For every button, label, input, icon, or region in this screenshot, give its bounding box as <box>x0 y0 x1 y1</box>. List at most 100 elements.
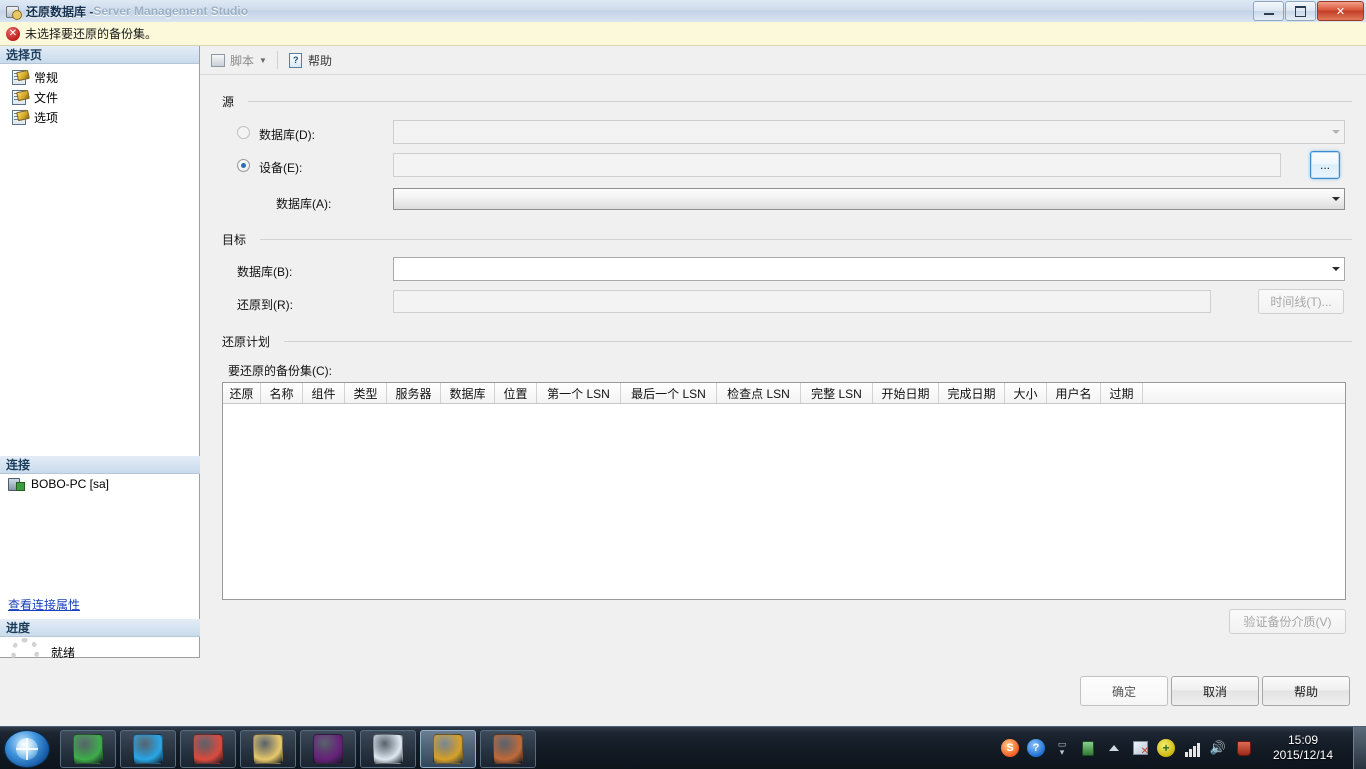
volume-icon[interactable]: 🔊 <box>1209 739 1227 757</box>
grid-column-header[interactable]: 第一个 LSN <box>537 383 621 403</box>
sogou-input-icon[interactable]: S <box>1001 739 1019 757</box>
antivirus-icon[interactable] <box>1235 739 1253 757</box>
sidebar-item-label: 文件 <box>34 90 59 105</box>
help-footer-button[interactable]: 帮助 <box>1262 676 1350 706</box>
file-explorer-icon <box>253 734 283 764</box>
grid-column-header[interactable]: 数据库 <box>441 383 495 403</box>
chevron-down-icon[interactable]: ▼ <box>259 56 267 65</box>
sidebar-item-general[interactable]: 常规 <box>0 67 199 87</box>
toolbar-divider <box>276 51 278 69</box>
error-message: 未选择要还原的备份集。 <box>25 27 158 41</box>
taskbar-app-browser-360[interactable] <box>60 730 116 768</box>
grid-column-header[interactable]: 大小 <box>1005 383 1047 403</box>
taskbar-app-notepad[interactable] <box>360 730 416 768</box>
restore-to-label: 还原到(R): <box>237 298 293 312</box>
view-connection-properties-link[interactable]: 查看连接属性 <box>8 596 80 613</box>
backup-sets-grid-header: 还原 名称 组件 类型 服务器 数据库 位置 第一个 LSN 最后一个 LSN 检查点 LSN 完整… <box>223 383 1345 404</box>
taskbar-app-paint[interactable] <box>480 730 536 768</box>
chrome-icon <box>193 734 223 764</box>
network-flag-icon[interactable]: ✕ <box>1131 739 1149 757</box>
timeline-button[interactable]: 时间线(T)... <box>1258 289 1344 314</box>
script-button[interactable]: 脚本 ▼ <box>206 49 271 71</box>
source-database-label: 数据库(D): <box>259 128 315 142</box>
maximize-button[interactable] <box>1285 1 1316 21</box>
minimize-button[interactable] <box>1253 1 1284 21</box>
grid-column-header[interactable]: 完成日期 <box>939 383 1005 403</box>
grid-column-header[interactable]: 位置 <box>495 383 537 403</box>
window-title-suffix: Server Management Studio <box>93 4 249 18</box>
taskbar-app-chrome[interactable] <box>180 730 236 768</box>
source-db-select-value[interactable] <box>394 189 1327 209</box>
sidebar-item-label: 选项 <box>34 110 59 125</box>
notepad-icon <box>373 734 403 764</box>
grid-column-header[interactable]: 类型 <box>345 383 387 403</box>
help-label: 帮助 <box>307 53 332 68</box>
browse-device-button[interactable]: ... <box>1310 151 1340 179</box>
source-device-input[interactable] <box>393 153 1281 177</box>
grid-column-header[interactable]: 最后一个 LSN <box>621 383 717 403</box>
chevron-down-icon[interactable] <box>1327 258 1344 280</box>
source-database-value[interactable] <box>394 121 1327 143</box>
destination-database-value[interactable] <box>394 258 1327 280</box>
grid-column-header[interactable]: 完整 LSN <box>801 383 873 403</box>
destination-group-title: 目标 <box>222 231 253 248</box>
source-database-combo[interactable] <box>393 120 1345 144</box>
signal-bars-icon[interactable] <box>1183 739 1201 757</box>
browser-360-icon <box>73 734 103 764</box>
page-list: 常规 文件 选项 <box>0 64 199 127</box>
sidebar-item-files[interactable]: 文件 <box>0 87 199 107</box>
verify-backup-media-button[interactable]: 验证备份介质(V) <box>1229 609 1346 634</box>
taskbar-app-visual-studio[interactable] <box>300 730 356 768</box>
chevron-down-icon[interactable] <box>1327 189 1344 209</box>
grid-column-header[interactable]: 用户名 <box>1047 383 1101 403</box>
sql-server-management-studio-icon <box>433 734 463 764</box>
cancel-button[interactable]: 取消 <box>1171 676 1259 706</box>
show-hidden-icons-icon[interactable] <box>1105 739 1123 757</box>
expand-tray-icon[interactable]: ▭ ▾ <box>1053 739 1071 757</box>
restore-database-dialog: 还原数据库 - Server Management Studio ✕ ✕ 未选择… <box>0 0 1366 769</box>
error-banner: ✕ 未选择要还原的备份集。 <box>0 22 1366 46</box>
usb-device-icon[interactable] <box>1079 739 1097 757</box>
taskbar-app-qq-messenger[interactable] <box>120 730 176 768</box>
help-question-icon[interactable]: ? <box>1027 739 1045 757</box>
dialog-footer: 确定 取消 帮助 <box>0 658 1366 726</box>
grid-column-header[interactable]: 还原 <box>223 383 261 403</box>
select-page-header: 选择页 <box>0 46 199 64</box>
source-device-label: 设备(E): <box>259 161 303 175</box>
connection-server-name: BOBO-PC [sa] <box>31 477 110 491</box>
grid-column-header[interactable]: 过期 <box>1101 383 1143 403</box>
show-desktop-button[interactable] <box>1353 727 1366 769</box>
ok-button[interactable]: 确定 <box>1080 676 1168 706</box>
left-panel: 选择页 常规 文件 选项 连接 BOBO-PC [sa] 查看连接属性 进度 就… <box>0 46 205 666</box>
close-button[interactable]: ✕ <box>1317 1 1364 21</box>
taskbar-app-sql-server-management-studio[interactable] <box>420 730 476 768</box>
source-db-select-label: 数据库(A): <box>276 197 332 211</box>
restore-to-input[interactable] <box>393 290 1211 313</box>
source-database-radio[interactable] <box>237 126 250 139</box>
restore-plan-group-rule <box>284 341 1352 342</box>
backup-sets-grid[interactable]: 还原 名称 组件 类型 服务器 数据库 位置 第一个 LSN 最后一个 LSN 检查点 LSN 完整… <box>222 382 1346 600</box>
source-db-select-combo[interactable] <box>393 188 1345 210</box>
grid-column-header[interactable]: 服务器 <box>387 383 441 403</box>
grid-column-header[interactable]: 名称 <box>261 383 303 403</box>
destination-group-rule <box>260 239 1352 240</box>
360-safe-icon[interactable]: + <box>1157 739 1175 757</box>
source-device-radio[interactable] <box>237 159 250 172</box>
progress-header: 进度 <box>0 619 205 637</box>
help-button[interactable]: ? 帮助 <box>284 49 336 71</box>
window-title: 还原数据库 - <box>26 4 94 19</box>
backup-sets-label: 要还原的备份集(C): <box>228 364 332 378</box>
page-script-icon <box>12 89 30 105</box>
destination-database-combo[interactable] <box>393 257 1345 281</box>
taskbar-clock[interactable]: 15:09 2015/12/14 <box>1257 733 1349 763</box>
windows-start-orb-icon[interactable] <box>4 730 50 768</box>
grid-column-header[interactable]: 开始日期 <box>873 383 939 403</box>
grid-column-header[interactable]: 检查点 LSN <box>717 383 801 403</box>
destination-database-label: 数据库(B): <box>237 265 293 279</box>
window-controls: ✕ <box>1253 1 1364 21</box>
chevron-down-icon[interactable] <box>1327 121 1344 143</box>
grid-column-header[interactable]: 组件 <box>303 383 345 403</box>
taskbar-app-file-explorer[interactable] <box>240 730 296 768</box>
sidebar-item-options[interactable]: 选项 <box>0 107 199 127</box>
source-group-rule <box>248 101 1352 102</box>
